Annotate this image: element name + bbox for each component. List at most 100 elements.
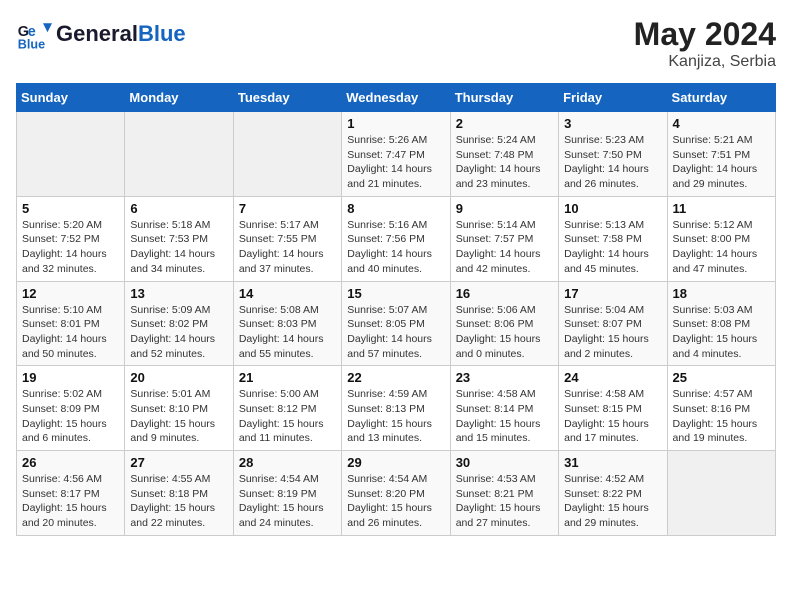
calendar-cell: 14 Sunrise: 5:08 AM Sunset: 8:03 PM Dayli… [233,281,341,366]
calendar-cell: 26 Sunrise: 4:56 AM Sunset: 8:17 PM Dayli… [17,451,125,536]
calendar-cell: 8Sunrise: 5:16 AM Sunset: 7:56 PM Daylig… [342,196,450,281]
day-detail: Sunrise: 5:00 AM Sunset: 8:12 PM Dayligh… [239,387,336,446]
weekday-cell: Monday [125,84,233,112]
calendar-cell: 29Sunrise: 4:54 AM Sunset: 8:20 PM Dayli… [342,451,450,536]
day-number: 19 [22,370,119,385]
day-detail: Sunrise: 5:13 AM Sunset: 7:58 PM Dayligh… [564,218,661,277]
day-number: 5 [22,201,119,216]
calendar-cell: 16 Sunrise: 5:06 AM Sunset: 8:06 PM Dayli… [450,281,558,366]
calendar-cell: 7 Sunrise: 5:17 AM Sunset: 7:55 PM Daylig… [233,196,341,281]
day-number: 7 [239,201,336,216]
calendar-cell: 17 Sunrise: 5:04 AM Sunset: 8:07 PM Dayli… [559,281,667,366]
calendar-cell: 20Sunrise: 5:01 AM Sunset: 8:10 PM Dayli… [125,366,233,451]
day-detail: Sunrise: 5:08 AM Sunset: 8:03 PM Dayligh… [239,303,336,362]
calendar-cell: 23 Sunrise: 4:58 AM Sunset: 8:14 PM Dayli… [450,366,558,451]
title-block: May 2024 Kanjiza, Serbia [634,16,776,71]
day-number: 29 [347,455,444,470]
day-number: 11 [673,201,770,216]
day-detail: Sunrise: 5:01 AM Sunset: 8:10 PM Dayligh… [130,387,227,446]
calendar-week-row: 12Sunrise: 5:10 AM Sunset: 8:01 PM Dayli… [17,281,776,366]
calendar-cell: 31 Sunrise: 4:52 AM Sunset: 8:22 PM Dayli… [559,451,667,536]
day-detail: Sunrise: 4:58 AM Sunset: 8:14 PM Dayligh… [456,387,553,446]
day-number: 26 [22,455,119,470]
day-detail: Sunrise: 4:56 AM Sunset: 8:17 PM Dayligh… [22,472,119,531]
day-number: 2 [456,116,553,131]
calendar-cell: 12Sunrise: 5:10 AM Sunset: 8:01 PM Dayli… [17,281,125,366]
day-number: 15 [347,286,444,301]
day-detail: Sunrise: 5:06 AM Sunset: 8:06 PM Dayligh… [456,303,553,362]
day-number: 1 [347,116,444,131]
calendar-cell: 18 Sunrise: 5:03 AM Sunset: 8:08 PM Dayli… [667,281,775,366]
day-detail: Sunrise: 5:26 AM Sunset: 7:47 PM Dayligh… [347,133,444,192]
day-detail: Sunrise: 5:04 AM Sunset: 8:07 PM Dayligh… [564,303,661,362]
logo: G e Blue GeneralBlue [16,16,186,52]
day-detail: Sunrise: 5:18 AM Sunset: 7:53 PM Dayligh… [130,218,227,277]
day-number: 14 [239,286,336,301]
day-number: 18 [673,286,770,301]
weekday-cell: Sunday [17,84,125,112]
day-number: 9 [456,201,553,216]
day-number: 25 [673,370,770,385]
calendar-cell: 27Sunrise: 4:55 AM Sunset: 8:18 PM Dayli… [125,451,233,536]
weekday-cell: Tuesday [233,84,341,112]
day-detail: Sunrise: 5:03 AM Sunset: 8:08 PM Dayligh… [673,303,770,362]
day-number: 17 [564,286,661,301]
day-detail: Sunrise: 5:23 AM Sunset: 7:50 PM Dayligh… [564,133,661,192]
day-number: 22 [347,370,444,385]
calendar-cell: 13 Sunrise: 5:09 AM Sunset: 8:02 PM Dayli… [125,281,233,366]
day-number: 3 [564,116,661,131]
day-number: 16 [456,286,553,301]
calendar-cell: 21 Sunrise: 5:00 AM Sunset: 8:12 PM Dayli… [233,366,341,451]
day-detail: Sunrise: 5:20 AM Sunset: 7:52 PM Dayligh… [22,218,119,277]
calendar-cell: 9 Sunrise: 5:14 AM Sunset: 7:57 PM Daylig… [450,196,558,281]
calendar-cell: 22 Sunrise: 4:59 AM Sunset: 8:13 PM Dayli… [342,366,450,451]
day-detail: Sunrise: 4:57 AM Sunset: 8:16 PM Dayligh… [673,387,770,446]
day-detail: Sunrise: 5:07 AM Sunset: 8:05 PM Dayligh… [347,303,444,362]
day-detail: Sunrise: 4:59 AM Sunset: 8:13 PM Dayligh… [347,387,444,446]
calendar-cell: 4Sunrise: 5:21 AM Sunset: 7:51 PM Daylig… [667,112,775,197]
calendar-cell: 28Sunrise: 4:54 AM Sunset: 8:19 PM Dayli… [233,451,341,536]
calendar-body: 1 Sunrise: 5:26 AM Sunset: 7:47 PM Daylig… [17,112,776,536]
svg-text:Blue: Blue [18,37,45,51]
calendar-cell: 24Sunrise: 4:58 AM Sunset: 8:15 PM Dayli… [559,366,667,451]
day-number: 6 [130,201,227,216]
calendar-week-row: 5 Sunrise: 5:20 AM Sunset: 7:52 PM Daylig… [17,196,776,281]
day-detail: Sunrise: 4:52 AM Sunset: 8:22 PM Dayligh… [564,472,661,531]
calendar-cell [17,112,125,197]
calendar-cell: 25 Sunrise: 4:57 AM Sunset: 8:16 PM Dayli… [667,366,775,451]
day-number: 24 [564,370,661,385]
day-number: 28 [239,455,336,470]
day-number: 4 [673,116,770,131]
weekday-cell: Thursday [450,84,558,112]
calendar-week-row: 19Sunrise: 5:02 AM Sunset: 8:09 PM Dayli… [17,366,776,451]
weekday-cell: Wednesday [342,84,450,112]
day-detail: Sunrise: 4:55 AM Sunset: 8:18 PM Dayligh… [130,472,227,531]
calendar-week-row: 26 Sunrise: 4:56 AM Sunset: 8:17 PM Dayli… [17,451,776,536]
location: Kanjiza, Serbia [634,53,776,71]
day-detail: Sunrise: 5:17 AM Sunset: 7:55 PM Dayligh… [239,218,336,277]
calendar-week-row: 1 Sunrise: 5:26 AM Sunset: 7:47 PM Daylig… [17,112,776,197]
day-number: 13 [130,286,227,301]
month-year: May 2024 [634,16,776,53]
calendar-cell: 5 Sunrise: 5:20 AM Sunset: 7:52 PM Daylig… [17,196,125,281]
calendar-cell [125,112,233,197]
calendar-cell: 15 Sunrise: 5:07 AM Sunset: 8:05 PM Dayli… [342,281,450,366]
day-number: 23 [456,370,553,385]
calendar-cell: 30Sunrise: 4:53 AM Sunset: 8:21 PM Dayli… [450,451,558,536]
day-number: 21 [239,370,336,385]
logo-icon: G e Blue [16,16,52,52]
day-detail: Sunrise: 5:14 AM Sunset: 7:57 PM Dayligh… [456,218,553,277]
page-header: G e Blue GeneralBlue May 2024 Kanjiza, S… [16,16,776,71]
weekday-header-row: SundayMondayTuesdayWednesdayThursdayFrid… [17,84,776,112]
calendar-cell [233,112,341,197]
calendar-cell: 10Sunrise: 5:13 AM Sunset: 7:58 PM Dayli… [559,196,667,281]
day-number: 31 [564,455,661,470]
calendar-cell: 1 Sunrise: 5:26 AM Sunset: 7:47 PM Daylig… [342,112,450,197]
day-detail: Sunrise: 5:16 AM Sunset: 7:56 PM Dayligh… [347,218,444,277]
calendar-cell: 6 Sunrise: 5:18 AM Sunset: 7:53 PM Daylig… [125,196,233,281]
day-detail: Sunrise: 5:12 AM Sunset: 8:00 PM Dayligh… [673,218,770,277]
calendar-cell [667,451,775,536]
day-detail: Sunrise: 5:24 AM Sunset: 7:48 PM Dayligh… [456,133,553,192]
day-detail: Sunrise: 5:09 AM Sunset: 8:02 PM Dayligh… [130,303,227,362]
day-detail: Sunrise: 5:10 AM Sunset: 8:01 PM Dayligh… [22,303,119,362]
